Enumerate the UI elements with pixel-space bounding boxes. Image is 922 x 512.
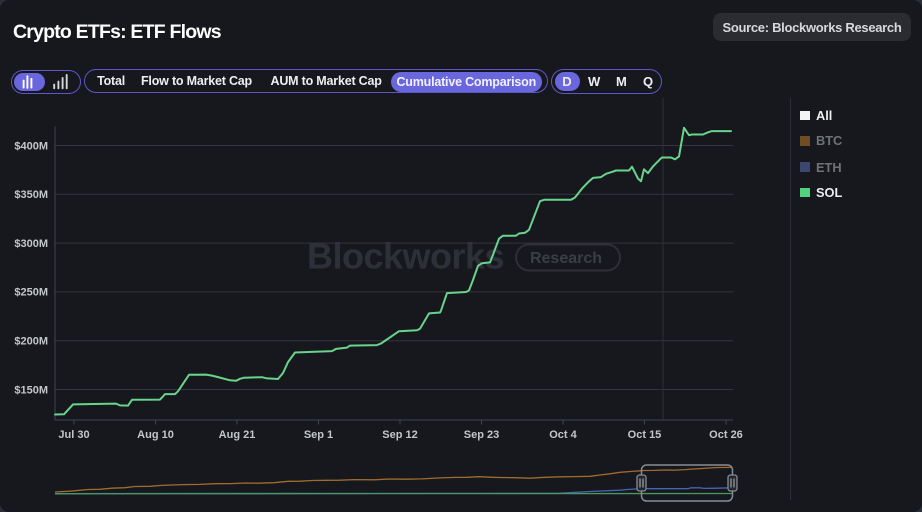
svg-text:$350M: $350M xyxy=(14,189,48,201)
svg-text:Sep 1: Sep 1 xyxy=(304,429,333,441)
svg-text:$200M: $200M xyxy=(14,336,48,348)
svg-text:Aug 10: Aug 10 xyxy=(137,429,174,441)
svg-text:Aug 21: Aug 21 xyxy=(219,429,256,441)
svg-text:Jul 30: Jul 30 xyxy=(58,429,89,441)
svg-text:Sep 12: Sep 12 xyxy=(382,429,417,441)
svg-text:Oct 15: Oct 15 xyxy=(628,429,662,441)
svg-text:$150M: $150M xyxy=(14,384,48,396)
svg-text:Oct 4: Oct 4 xyxy=(549,429,577,441)
svg-text:$300M: $300M xyxy=(14,238,48,250)
svg-text:$400M: $400M xyxy=(14,140,48,152)
svg-text:Blockworks: Blockworks xyxy=(307,236,504,277)
svg-text:Research: Research xyxy=(530,250,602,267)
svg-text:Sep 23: Sep 23 xyxy=(464,429,499,441)
svg-text:$250M: $250M xyxy=(14,287,48,299)
svg-text:Oct 26: Oct 26 xyxy=(709,429,743,441)
